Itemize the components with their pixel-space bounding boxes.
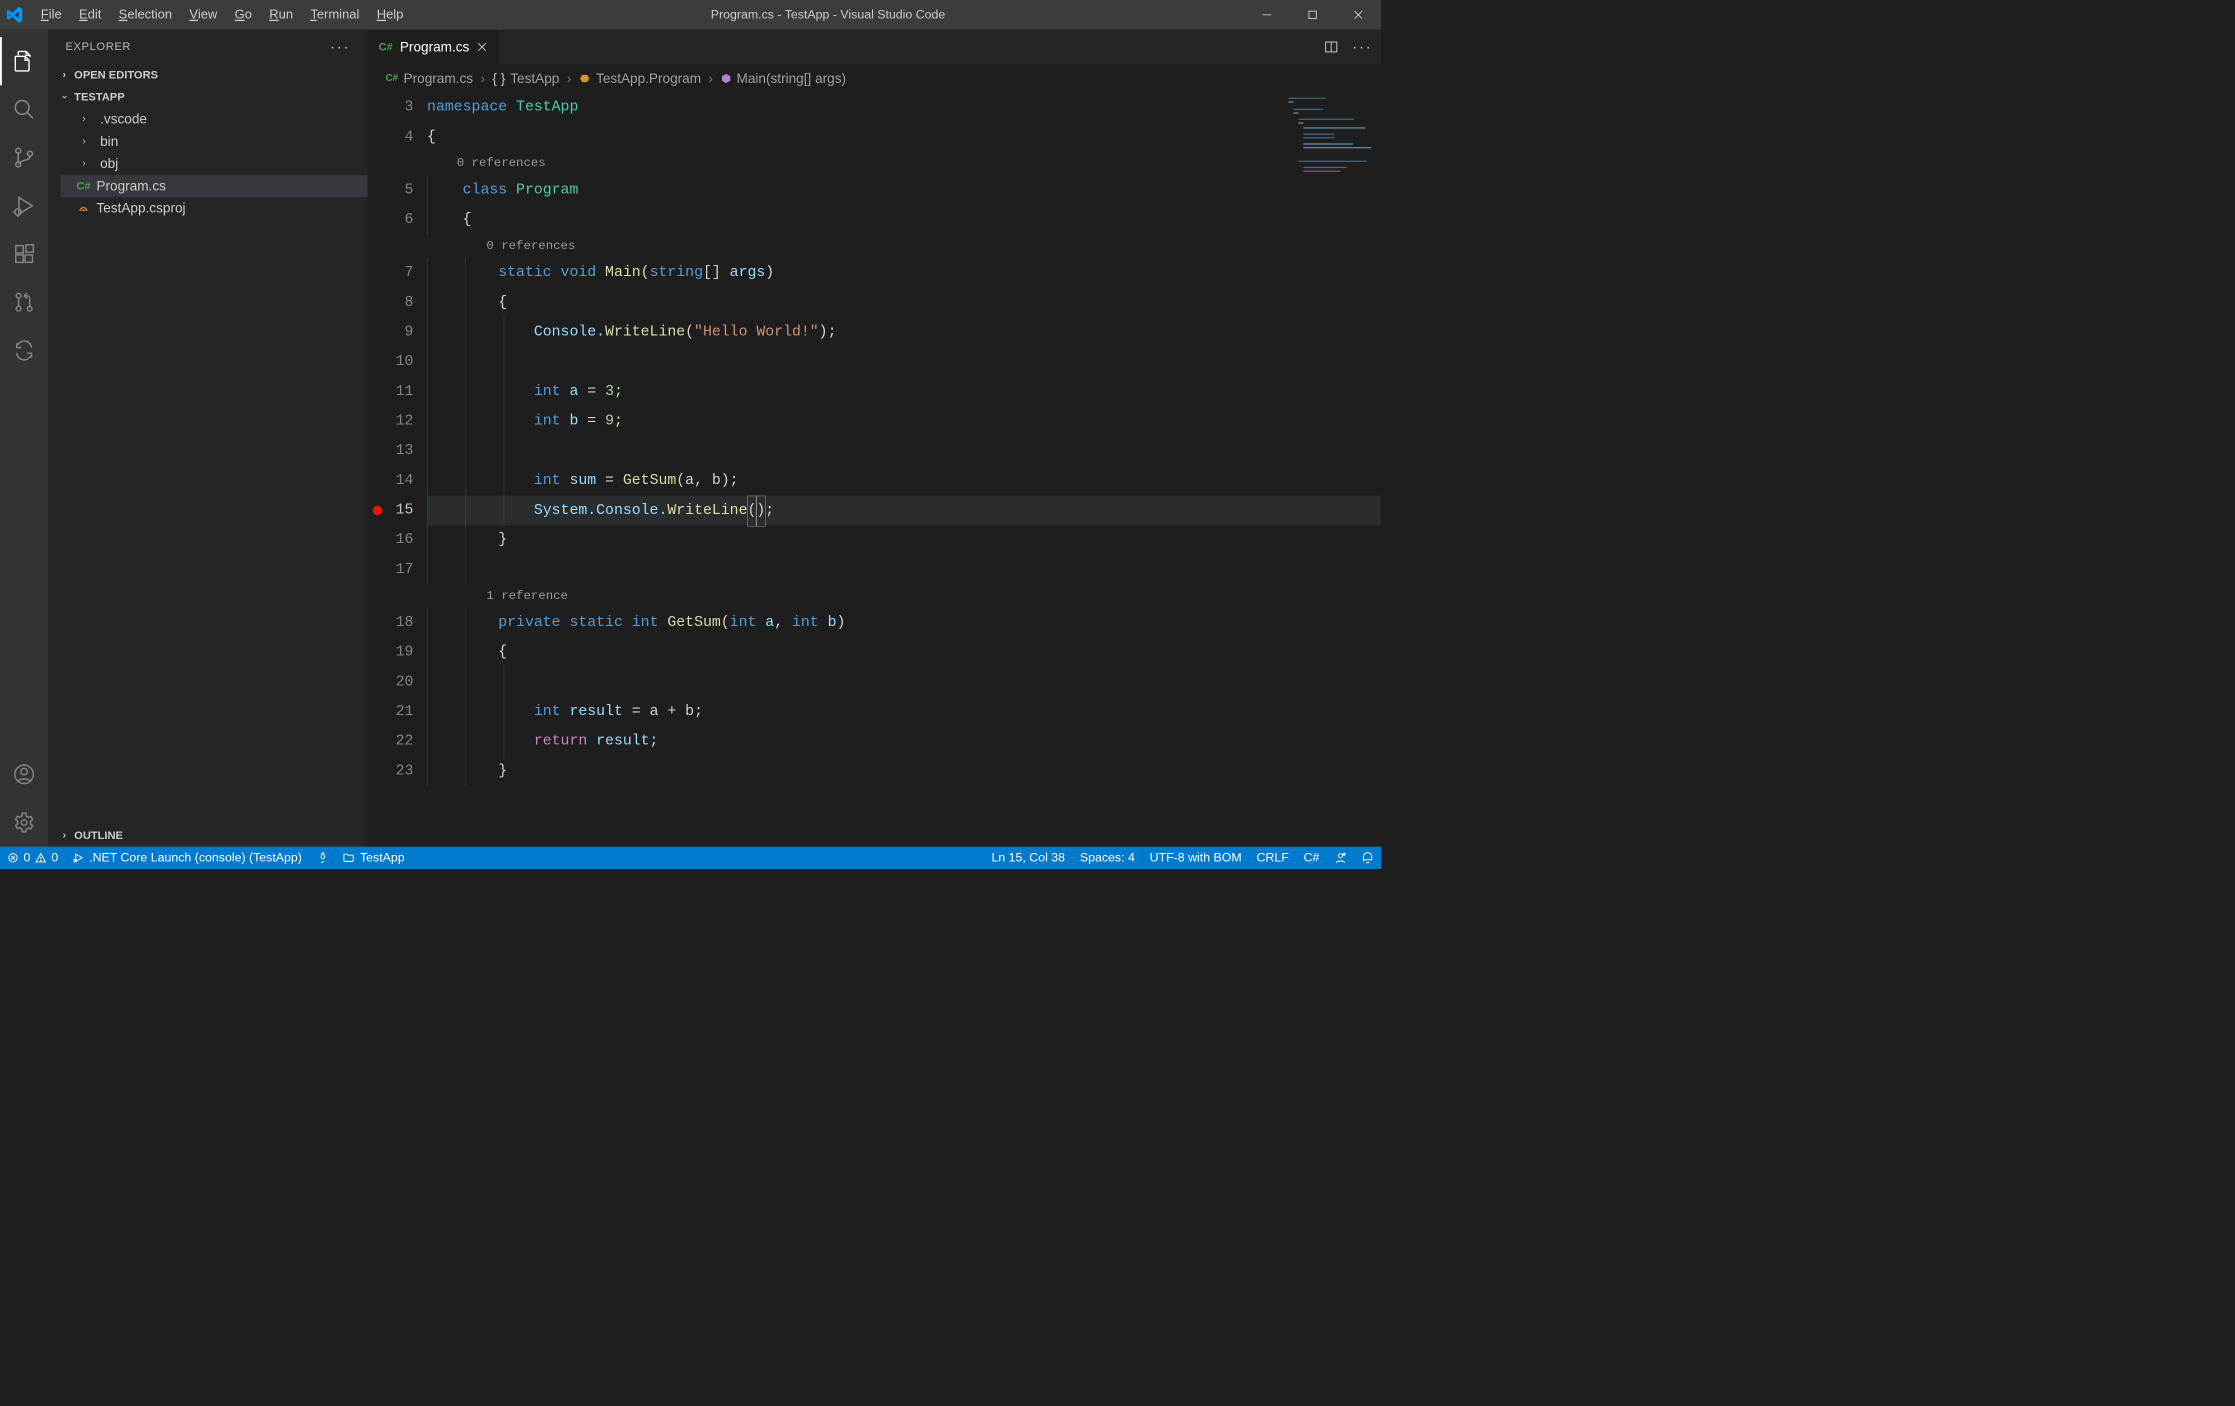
file-tree: › .vscode › bin › obj C# Program.cs Test… (48, 108, 368, 219)
xml-file-icon (77, 203, 91, 214)
workspace-label: TESTAPP (74, 91, 124, 104)
sidebar-more-icon[interactable]: ··· (330, 38, 350, 55)
activity-explorer-icon[interactable] (0, 37, 48, 85)
class-icon (579, 72, 591, 84)
tree-file-csproj[interactable]: TestApp.csproj (61, 197, 368, 219)
line-number: 3 (368, 93, 427, 123)
status-indent[interactable]: Spaces: 4 (1072, 847, 1142, 869)
menu-view[interactable]: View (181, 0, 226, 30)
activity-settings-icon[interactable] (0, 798, 48, 846)
title-bar: File Edit Selection View Go Run Terminal… (0, 0, 1381, 30)
namespace-icon: { } (492, 70, 505, 86)
tree-file-program-cs[interactable]: C# Program.cs (61, 175, 368, 197)
open-editors-section[interactable]: › OPEN EDITORS (48, 64, 368, 86)
chevron-right-icon: › (77, 158, 92, 169)
more-actions-icon[interactable]: ··· (1352, 38, 1372, 55)
menu-file[interactable]: File (32, 0, 70, 30)
tree-item-label: TestApp.csproj (96, 200, 185, 216)
method-icon (720, 73, 731, 84)
sidebar-header: EXPLORER ··· (48, 30, 368, 64)
editor-tabs: C# Program.cs ··· (368, 30, 1382, 65)
tab-program-cs[interactable]: C# Program.cs (368, 30, 500, 65)
chevron-right-icon: › (57, 830, 72, 841)
breadcrumb[interactable]: C#Program.cs › { }TestApp › TestApp.Prog… (368, 64, 1382, 92)
vscode-logo-icon (0, 0, 30, 30)
breadcrumb-file: Program.cs (404, 70, 474, 86)
tab-close-icon[interactable] (477, 41, 488, 52)
activity-source-control-icon[interactable] (0, 133, 48, 181)
status-encoding[interactable]: UTF-8 with BOM (1142, 847, 1249, 869)
editor-tab-actions: ··· (1315, 30, 1381, 65)
line-number-gutter: 3 4 5 6 7 8 9 10 11 12 13 14 15 16 17 18… (368, 93, 427, 786)
error-icon (7, 852, 18, 863)
csharp-file-icon: C# (379, 40, 393, 53)
csharp-file-icon: C# (77, 180, 91, 193)
tree-folder-bin[interactable]: › bin (61, 130, 368, 152)
menu-terminal[interactable]: Terminal (302, 0, 368, 30)
chevron-right-icon: › (77, 136, 92, 147)
tree-folder-obj[interactable]: › obj (61, 153, 368, 175)
breadcrumb-class: TestApp.Program (596, 70, 701, 86)
code-content[interactable]: namespace TestApp { 0 references class P… (427, 93, 1381, 786)
sidebar-title: EXPLORER (66, 40, 132, 53)
editor-area: C# Program.cs ··· C#Program.cs › { }Test… (368, 30, 1382, 847)
window-title: Program.cs - TestApp - Visual Studio Cod… (412, 8, 1244, 22)
debug-icon (73, 852, 84, 863)
tree-item-label: .vscode (100, 111, 147, 127)
menu-selection[interactable]: Selection (110, 0, 181, 30)
status-problems[interactable]: 0 0 (0, 847, 66, 869)
activity-sync-icon[interactable] (0, 326, 48, 374)
workspace-section[interactable]: › TESTAPP (48, 86, 368, 108)
tab-label: Program.cs (400, 39, 470, 55)
menu-help[interactable]: Help (368, 0, 412, 30)
open-editors-label: OPEN EDITORS (74, 68, 158, 81)
tree-item-label: Program.cs (96, 178, 166, 194)
activity-run-debug-icon[interactable] (0, 182, 48, 230)
activity-git-pr-icon[interactable] (0, 278, 48, 326)
warning-icon (35, 852, 46, 863)
status-language[interactable]: C# (1296, 847, 1327, 869)
launch-config-label: .NET Core Launch (console) (TestApp) (89, 851, 302, 865)
codelens-references[interactable]: 0 references (486, 239, 575, 253)
menu-bar: File Edit Selection View Go Run Terminal… (32, 0, 412, 30)
menu-edit[interactable]: Edit (70, 0, 110, 30)
warning-count: 0 (51, 851, 58, 865)
tree-item-label: bin (100, 133, 118, 149)
codelens-references[interactable]: 1 reference (486, 589, 568, 603)
menu-run[interactable]: Run (261, 0, 302, 30)
status-notifications-icon[interactable] (1354, 847, 1381, 869)
outline-label: OUTLINE (74, 829, 123, 842)
breadcrumb-method: Main(string[] args) (737, 70, 847, 86)
minimize-button[interactable] (1244, 0, 1290, 30)
project-label: TestApp (360, 851, 405, 865)
activity-extensions-icon[interactable] (0, 230, 48, 278)
status-bar: 0 0 .NET Core Launch (console) (TestApp)… (0, 847, 1381, 869)
status-eol[interactable]: CRLF (1249, 847, 1296, 869)
code-editor[interactable]: 3 4 5 6 7 8 9 10 11 12 13 14 15 16 17 18… (368, 93, 1382, 847)
activity-accounts-icon[interactable] (0, 750, 48, 798)
maximize-button[interactable] (1290, 0, 1336, 30)
activity-bar (0, 30, 48, 847)
close-button[interactable] (1335, 0, 1381, 30)
breadcrumb-namespace: TestApp (510, 70, 559, 86)
menu-go[interactable]: Go (226, 0, 261, 30)
folder-icon (343, 852, 355, 864)
chevron-right-icon: › (57, 69, 72, 80)
activity-search-icon[interactable] (0, 85, 48, 133)
error-count: 0 (23, 851, 30, 865)
csharp-file-icon: C# (385, 73, 399, 84)
explorer-sidebar: EXPLORER ··· › OPEN EDITORS › TESTAPP › … (48, 30, 368, 847)
status-feedback-icon[interactable] (1327, 847, 1354, 869)
chevron-down-icon: › (59, 90, 70, 105)
status-project[interactable]: TestApp (335, 847, 412, 869)
tree-folder-vscode[interactable]: › .vscode (61, 108, 368, 130)
tree-item-label: obj (100, 156, 118, 172)
status-fire-icon[interactable] (309, 847, 335, 869)
chevron-right-icon: › (77, 114, 92, 125)
status-cursor-position[interactable]: Ln 15, Col 38 (984, 847, 1072, 869)
outline-section[interactable]: › OUTLINE (48, 824, 368, 846)
status-debug-launch[interactable]: .NET Core Launch (console) (TestApp) (66, 847, 310, 869)
codelens-references[interactable]: 0 references (457, 156, 546, 170)
split-editor-icon[interactable] (1324, 40, 1339, 55)
